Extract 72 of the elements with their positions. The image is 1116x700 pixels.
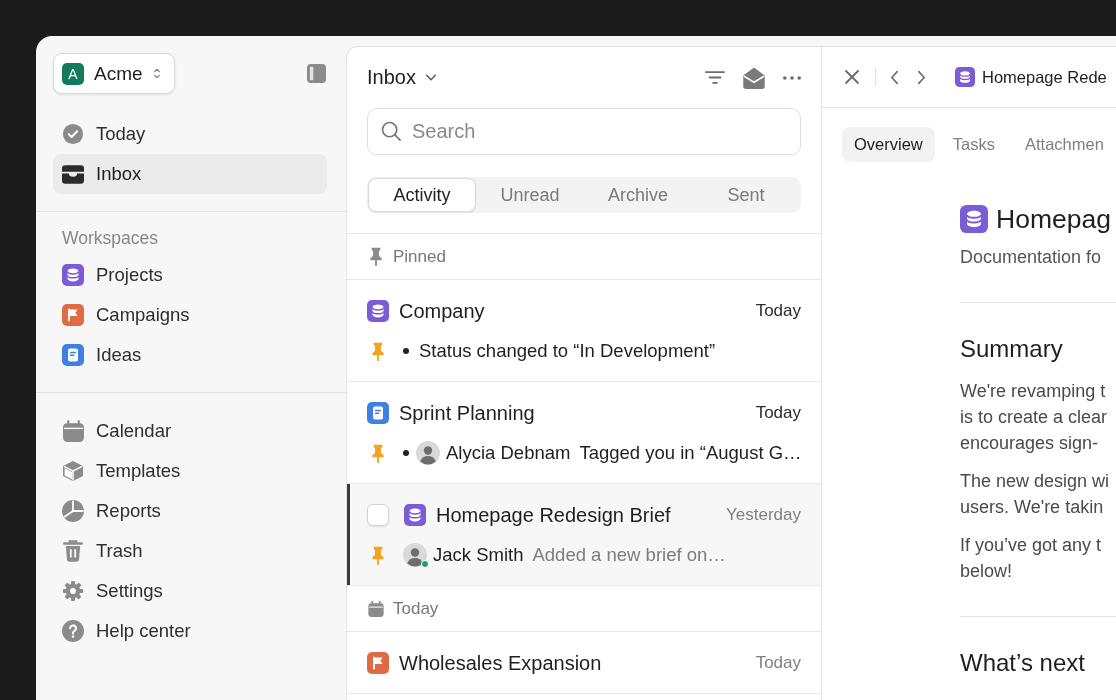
paragraph: If you’ve got any t below!: [960, 534, 1102, 583]
item-date: Yesterday: [726, 505, 801, 525]
inbox-item[interactable]: Company Today Status changed to “In Development”: [347, 280, 821, 382]
calendar-icon: [368, 600, 384, 617]
search-field[interactable]: Search: [367, 108, 801, 155]
workspace-logo: A: [62, 62, 84, 85]
sidebar-item[interactable]: Reports: [53, 491, 327, 531]
section-heading: Summary: [960, 334, 1063, 364]
tab[interactable]: Activity: [368, 178, 476, 212]
item-title: Sprint Planning: [399, 401, 535, 425]
item-title: Wholesales Expansion: [399, 651, 602, 675]
chevron-right-icon[interactable]: [917, 69, 926, 85]
activity-text: Added a new brief on…: [532, 544, 726, 566]
tray-icon: [62, 164, 84, 184]
cube-icon: [62, 460, 84, 482]
section-label: Today: [393, 598, 439, 619]
tab[interactable]: Tasks: [940, 127, 1007, 162]
open-envelope-icon[interactable]: [743, 66, 765, 89]
paragraph: We're revamping t is to create a clear encourages sign-: [960, 380, 1108, 455]
calendar-icon: [62, 420, 84, 442]
item-title: Company: [399, 299, 485, 323]
person-name: Jack Smith: [433, 544, 524, 566]
section-label: Pinned: [393, 246, 446, 267]
page-subtitle: Documentation fo: [960, 246, 1102, 269]
sidebar-item[interactable]: Settings: [53, 571, 327, 611]
breadcrumb-link[interactable]: Homepage Rede: [982, 67, 1107, 87]
tab[interactable]: Sent: [692, 178, 800, 212]
activity-text: Status changed to “In Development”: [419, 340, 716, 362]
item-date: Today: [755, 403, 801, 423]
help-icon: [62, 620, 84, 642]
item-date: Today: [755, 653, 801, 673]
sidebar-item[interactable]: Help center: [53, 611, 327, 651]
item-title: Homepage Redesign Brief: [436, 503, 671, 527]
check-circle-icon: [62, 123, 84, 145]
pie-chart-icon: [62, 500, 84, 522]
sidebar-item[interactable]: Today: [53, 114, 327, 154]
database-icon: [955, 67, 975, 87]
tab[interactable]: Attachmen: [1012, 127, 1116, 162]
page-title: Homepag: [996, 203, 1111, 235]
section-heading: Workspaces: [62, 227, 158, 250]
paragraph: The new design wi users. We're takin: [960, 470, 1110, 519]
inbox-item[interactable]: Homepage Redesign Brief Yesterday Jack Smith Added a new brief on…: [347, 484, 821, 586]
close-icon[interactable]: [844, 69, 860, 85]
inbox-dropdown[interactable]: Inbox: [367, 66, 437, 89]
sidebar-item[interactable]: Templates: [53, 451, 327, 491]
sidebar-item[interactable]: Trash: [53, 531, 327, 571]
checkbox[interactable]: [367, 504, 389, 526]
item-date: Today: [755, 301, 801, 321]
section-heading: What’s next: [960, 648, 1085, 678]
up-down-chevron-icon: [152, 67, 161, 80]
tab[interactable]: Overview: [842, 127, 935, 162]
tab[interactable]: Archive: [584, 178, 692, 212]
avatar-icon: [403, 543, 427, 567]
person-name: Alycia Debnam: [446, 442, 571, 464]
sidebar-item[interactable]: Inbox: [53, 154, 327, 194]
pin-icon: [368, 247, 384, 266]
search-icon: [381, 121, 401, 141]
chevron-down-icon: [424, 74, 437, 81]
workspace-switcher[interactable]: A Acme: [53, 53, 175, 94]
more-icon[interactable]: [783, 75, 801, 80]
sidebar-item[interactable]: Projects: [53, 255, 327, 295]
chevron-left-icon[interactable]: [890, 69, 899, 85]
sidebar-item[interactable]: Campaigns: [53, 295, 327, 335]
sidebar-item[interactable]: Calendar: [53, 411, 327, 451]
inbox-item[interactable]: Wholesales Expansion Today: [347, 632, 821, 694]
tab[interactable]: Unread: [476, 178, 584, 212]
database-icon: [960, 205, 988, 233]
filter-icon[interactable]: [705, 70, 725, 85]
activity-text: Tagged you in “August G…: [579, 442, 802, 464]
sidebar-item[interactable]: Ideas: [53, 335, 327, 375]
sidebar-toggle-icon[interactable]: [307, 64, 326, 83]
trash-icon: [63, 540, 83, 562]
